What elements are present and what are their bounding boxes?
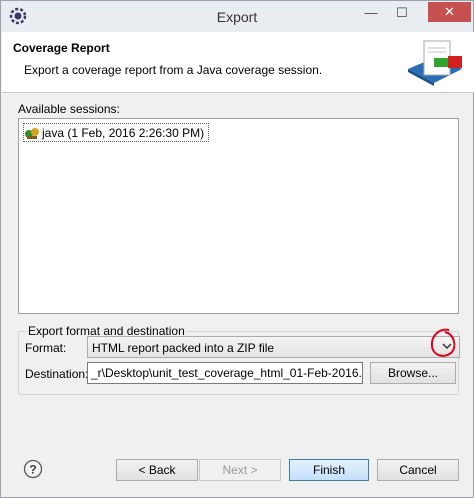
- page-description: Export a coverage report from a Java cov…: [24, 63, 323, 77]
- finish-button[interactable]: Finish: [289, 459, 369, 481]
- minimize-button[interactable]: —: [356, 2, 386, 24]
- back-button[interactable]: < Back: [116, 459, 198, 481]
- next-button[interactable]: Next >: [199, 459, 281, 481]
- destination-field[interactable]: _r\Desktop\unit_test_coverage_html_01-Fe…: [87, 362, 363, 384]
- destination-value: _r\Desktop\unit_test_coverage_html_01-Fe…: [91, 366, 363, 380]
- wizard-header: Coverage Report Export a coverage report…: [2, 32, 474, 93]
- cancel-button[interactable]: Cancel: [377, 459, 459, 481]
- sessions-list[interactable]: java (1 Feb, 2016 2:26:30 PM): [18, 118, 459, 314]
- coverage-report-banner-icon: [408, 40, 462, 86]
- title-bar: Export — ☐ ✕: [1, 1, 473, 32]
- format-select[interactable]: HTML report packed into a ZIP file: [87, 336, 460, 358]
- destination-label: Destination:: [25, 367, 89, 381]
- list-item[interactable]: java (1 Feb, 2016 2:26:30 PM): [23, 123, 210, 142]
- format-label: Format:: [25, 341, 67, 355]
- maximize-button[interactable]: ☐: [387, 2, 417, 24]
- browse-button[interactable]: Browse...: [370, 362, 456, 384]
- help-icon[interactable]: ?: [23, 459, 43, 479]
- close-button[interactable]: ✕: [428, 2, 471, 22]
- sessions-label: Available sessions:: [18, 102, 120, 116]
- format-selected-value: HTML report packed into a ZIP file: [92, 341, 275, 355]
- export-group: Export format and destination: [18, 324, 459, 395]
- export-dialog: Export — ☐ ✕ Coverage Report Export a co…: [0, 0, 474, 498]
- page-title: Coverage Report: [13, 41, 110, 55]
- java-session-icon: [25, 127, 39, 139]
- svg-text:?: ?: [29, 463, 36, 477]
- annotation-circle: [430, 328, 456, 357]
- session-label: java (1 Feb, 2016 2:26:30 PM): [42, 125, 205, 140]
